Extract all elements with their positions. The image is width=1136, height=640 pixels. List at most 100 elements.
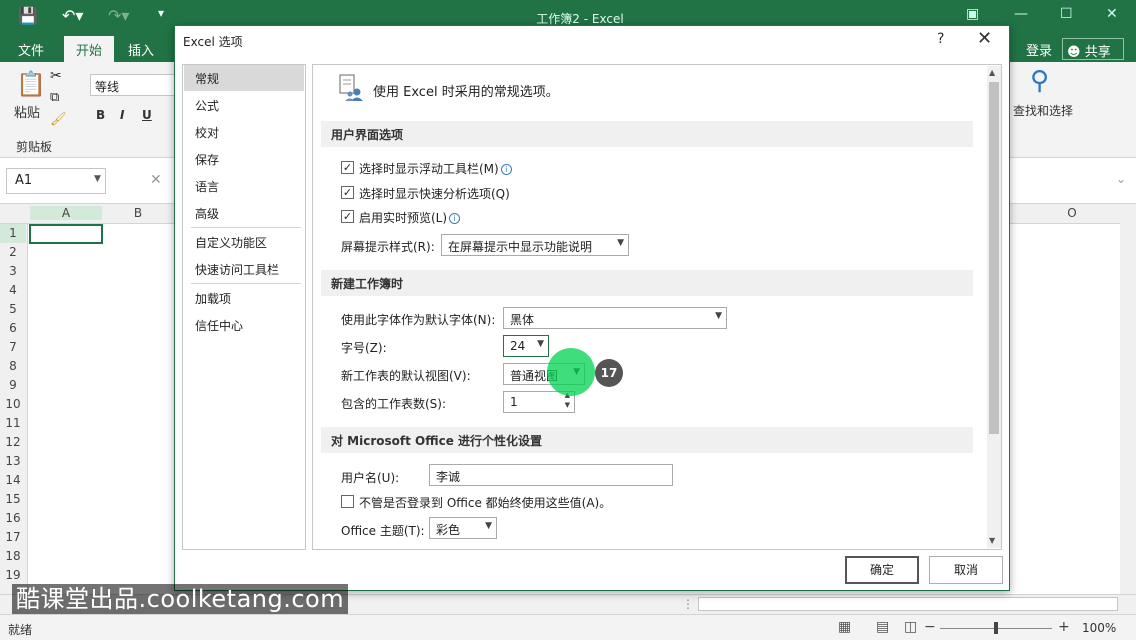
row-header[interactable]: 13 xyxy=(0,454,26,468)
sheet-count-label: 包含的工作表数(S): xyxy=(341,397,447,411)
font-size-select[interactable]: 24 ▼ xyxy=(503,335,549,357)
nav-item-7[interactable]: 快速访问工具栏 xyxy=(184,256,304,282)
section-personalize: 对 Microsoft Office 进行个性化设置 xyxy=(321,427,973,453)
row-header[interactable]: 8 xyxy=(0,359,26,373)
zoom-level[interactable]: 100% xyxy=(1082,621,1116,635)
scroll-up-icon[interactable]: ▲ xyxy=(989,68,995,77)
zoom-slider-thumb[interactable] xyxy=(994,622,998,634)
nav-item-1[interactable]: 公式 xyxy=(184,92,304,118)
row-header[interactable]: 6 xyxy=(0,321,26,335)
content-scrollbar[interactable]: ▲ ▼ xyxy=(987,66,1001,548)
scroll-thumb[interactable] xyxy=(989,82,999,434)
sheet-vertical-scrollbar[interactable] xyxy=(1120,204,1136,614)
nav-item-4[interactable]: 语言 xyxy=(184,173,304,199)
office-theme-select[interactable]: 彩色 ▼ xyxy=(429,517,497,539)
format-painter-icon[interactable]: 🖌 xyxy=(50,112,67,127)
quick-analysis-checkbox[interactable]: ✓ xyxy=(341,186,354,199)
bold-button[interactable]: B xyxy=(96,108,105,122)
tab-home[interactable]: 开始 xyxy=(64,36,115,62)
italic-button[interactable]: I xyxy=(120,108,124,122)
font-size-label: 字号(Z): xyxy=(341,341,387,355)
tab-insert[interactable]: 插入 xyxy=(128,40,154,59)
more-options-icon[interactable]: ⋮ xyxy=(682,597,694,611)
zoom-out-icon[interactable]: − xyxy=(924,619,936,635)
default-font-select[interactable]: 黑体 ▼ xyxy=(503,307,727,329)
expand-formula-bar-icon[interactable]: ⌄ xyxy=(1116,172,1126,186)
help-button[interactable]: ? xyxy=(937,31,944,47)
page-layout-icon[interactable]: ▤ xyxy=(876,619,889,635)
close-button[interactable]: ✕ xyxy=(977,28,992,49)
ribbon-display-icon[interactable]: ▣ xyxy=(966,6,979,22)
undo-icon[interactable]: ↶▾ xyxy=(62,6,83,25)
column-header-b[interactable]: B xyxy=(102,206,174,220)
cut-icon[interactable]: ✂ xyxy=(50,68,62,84)
horizontal-scrollbar[interactable] xyxy=(698,597,1118,611)
nav-item-9[interactable]: 信任中心 xyxy=(184,312,304,338)
row-header[interactable]: 9 xyxy=(0,378,26,392)
row-header[interactable]: 11 xyxy=(0,416,26,430)
dialog-title: Excel 选项 xyxy=(183,35,243,49)
mini-toolbar-label: 选择时显示浮动工具栏(M) xyxy=(359,162,499,176)
redo-icon[interactable]: ↷▾ xyxy=(108,6,129,25)
paste-icon[interactable]: 📋 xyxy=(16,70,46,98)
always-use-checkbox[interactable] xyxy=(341,495,354,508)
find-select-icon[interactable]: ⚲ xyxy=(1030,66,1049,96)
nav-item-3[interactable]: 保存 xyxy=(184,146,304,172)
info-icon: i xyxy=(449,213,461,224)
row-header[interactable]: 1 xyxy=(0,224,26,243)
copy-icon[interactable]: ⧉ xyxy=(50,90,59,105)
page-break-icon[interactable]: ◫ xyxy=(904,619,917,635)
paste-label[interactable]: 粘贴 xyxy=(14,102,40,121)
row-header[interactable]: 3 xyxy=(0,264,26,278)
screentip-style-select[interactable]: 在屏幕提示中显示功能说明 ▼ xyxy=(441,234,629,256)
nav-item-0[interactable]: 常规 xyxy=(184,65,304,91)
nav-item-5[interactable]: 高级 xyxy=(184,200,304,226)
nav-item-8[interactable]: 加载项 xyxy=(184,285,304,311)
customize-qat-icon[interactable]: ▾ xyxy=(158,6,164,20)
row-header[interactable]: 19 xyxy=(0,568,26,582)
share-button[interactable]: ☻ 共享 xyxy=(1062,38,1124,60)
cancel-button[interactable]: 取消 xyxy=(929,556,1003,584)
mini-toolbar-checkbox[interactable]: ✓ xyxy=(341,161,354,174)
close-window-icon[interactable]: ✕ xyxy=(1106,6,1118,22)
section-ui-options: 用户界面选项 xyxy=(321,121,973,147)
username-input[interactable]: 李诚 xyxy=(429,464,673,486)
row-header[interactable]: 12 xyxy=(0,435,26,449)
save-icon[interactable]: 💾 xyxy=(18,6,38,25)
row-header[interactable]: 2 xyxy=(0,245,26,259)
screentip-value: 在屏幕提示中显示功能说明 xyxy=(448,240,593,254)
maximize-icon[interactable]: ☐ xyxy=(1060,6,1073,22)
font-name-box[interactable]: 等线 xyxy=(90,74,180,96)
zoom-in-icon[interactable]: + xyxy=(1058,619,1070,635)
row-header[interactable]: 17 xyxy=(0,530,26,544)
column-header-o[interactable]: O xyxy=(1036,206,1108,220)
tab-file[interactable]: 文件 xyxy=(18,40,44,59)
name-box[interactable]: A1 xyxy=(6,168,106,194)
column-header-a[interactable]: A xyxy=(30,206,102,220)
login-link[interactable]: 登录 xyxy=(1026,40,1052,59)
find-select-label[interactable]: 查找和选择 xyxy=(1013,102,1073,119)
row-header[interactable]: 15 xyxy=(0,492,26,506)
name-box-dropdown-icon[interactable]: ▼ xyxy=(94,174,101,184)
row-header[interactable]: 4 xyxy=(0,283,26,297)
ok-button[interactable]: 确定 xyxy=(845,556,919,584)
spin-down-icon[interactable]: ▼ xyxy=(565,401,570,409)
row-header[interactable]: 18 xyxy=(0,549,26,563)
scroll-down-icon[interactable]: ▼ xyxy=(989,536,995,545)
row-header[interactable]: 10 xyxy=(0,397,26,411)
row-header[interactable]: 14 xyxy=(0,473,26,487)
cancel-entry-icon[interactable]: ✕ xyxy=(150,172,162,188)
row-header[interactable]: 5 xyxy=(0,302,26,316)
row-header[interactable]: 16 xyxy=(0,511,26,525)
chevron-down-icon: ▼ xyxy=(715,311,722,321)
live-preview-checkbox[interactable]: ✓ xyxy=(341,210,354,223)
nav-item-2[interactable]: 校对 xyxy=(184,119,304,145)
quick-analysis-label: 选择时显示快速分析选项(Q) xyxy=(359,187,510,201)
row-header[interactable]: 7 xyxy=(0,340,26,354)
underline-button[interactable]: U xyxy=(142,108,152,122)
minimize-icon[interactable]: — xyxy=(1014,6,1028,22)
nav-item-6[interactable]: 自定义功能区 xyxy=(184,229,304,255)
normal-view-icon[interactable]: ▦ xyxy=(838,619,851,635)
selected-cell[interactable] xyxy=(29,224,103,244)
options-nav: 常规 公式 校对 保存 语言 高级自定义功能区 快速访问工具栏 加载项 信任中心 xyxy=(182,64,306,550)
